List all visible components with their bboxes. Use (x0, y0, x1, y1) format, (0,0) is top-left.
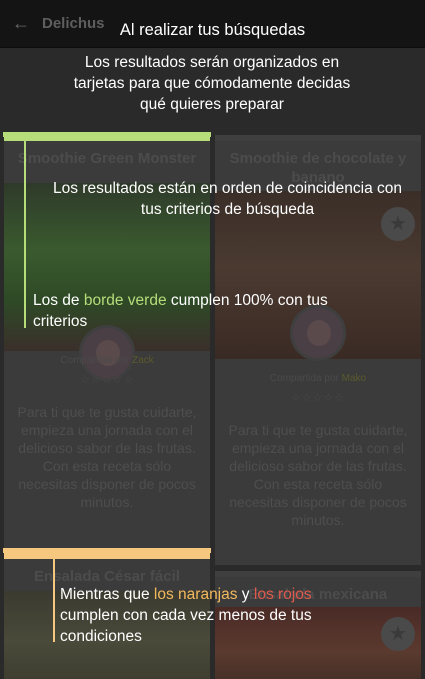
green-keyword: borde verde (83, 292, 167, 309)
tutorial-order-text: Los resultados están en orden de coincid… (53, 180, 402, 218)
orange-highlight-bar (3, 548, 211, 553)
tutorial-heading: Al realizar tus búsquedas (119, 21, 306, 39)
tutorial-overlay[interactable]: Al realizar tus búsquedas Los resultados… (0, 0, 425, 679)
tutorial-other-text: Mientras que los naranjas y los rojos cu… (60, 586, 312, 645)
orange-keyword: los naranjas (153, 586, 238, 603)
orange-pointer-line (53, 553, 55, 642)
red-keyword: los rojos (253, 586, 312, 603)
tutorial-intro: Los resultados serán organizados en tarj… (73, 54, 351, 113)
app-screen: ← Delichus Smoothie Green Monster Compar… (0, 0, 425, 679)
green-pointer-line (24, 137, 26, 328)
tutorial-green-text: Los de borde verde cumplen 100% con tus … (33, 292, 328, 330)
green-highlight-bar (3, 132, 211, 137)
